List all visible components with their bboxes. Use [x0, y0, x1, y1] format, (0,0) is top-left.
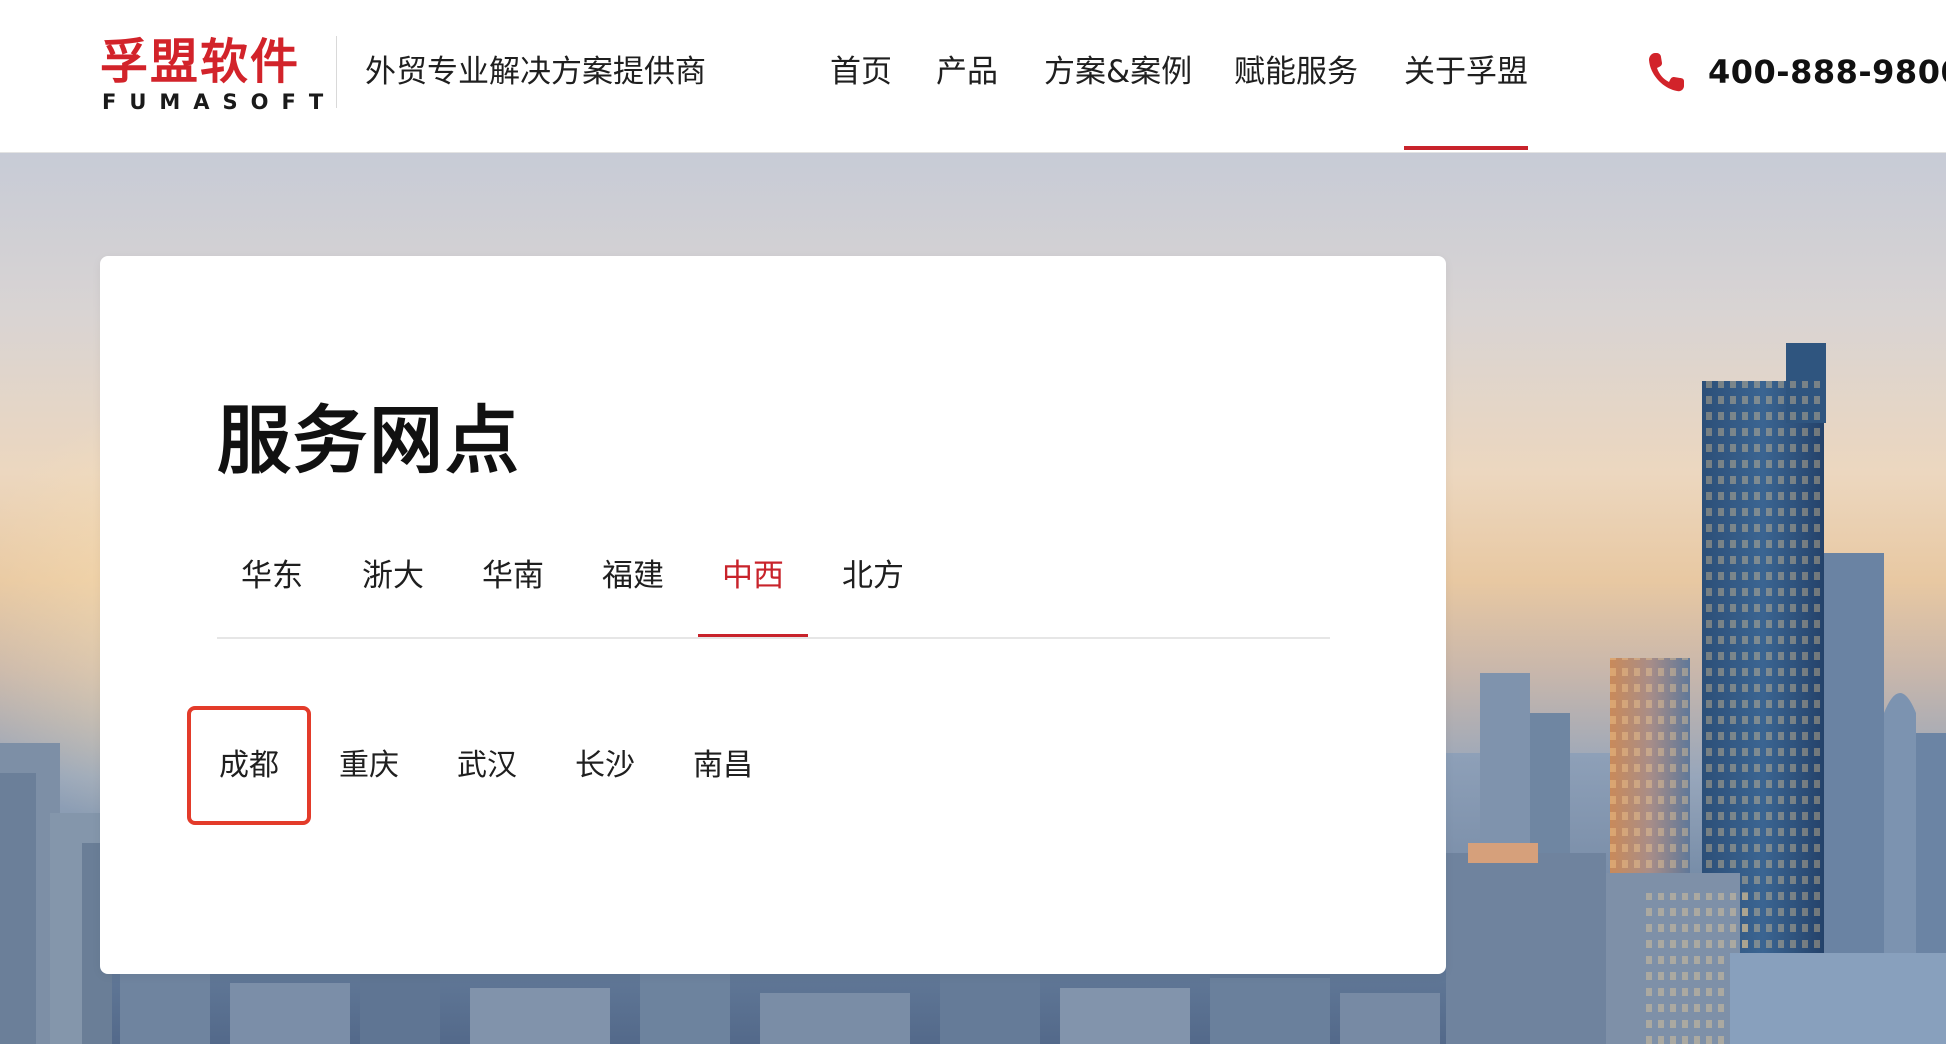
- phone-contact[interactable]: 400-888-9800: [1646, 48, 1946, 96]
- nav-item-products[interactable]: 产品: [936, 52, 998, 92]
- logo[interactable]: 孚盟软件 FUMASOFT: [100, 34, 323, 114]
- phone-icon: [1649, 53, 1684, 92]
- region-tabs: 华东 浙大 华南 福建 中西 北方: [217, 556, 1330, 638]
- tab-city-chengdu[interactable]: 成都: [187, 706, 311, 825]
- tab-city-wuhan[interactable]: 武汉: [425, 706, 549, 825]
- nav-item-about[interactable]: 关于孚盟: [1404, 52, 1528, 150]
- nav-item-home[interactable]: 首页: [830, 52, 892, 92]
- logo-divider: [336, 36, 337, 108]
- region-tabs-divider: [217, 637, 1330, 639]
- slogan: 外贸专业解决方案提供商: [365, 54, 706, 90]
- service-outlets-card: 服务网点 华东 浙大 华南 福建 中西 北方 成都 重庆 武汉 长沙 南昌: [100, 256, 1446, 974]
- city-tabs: 成都 重庆 武汉 长沙 南昌: [187, 706, 807, 826]
- logo-text-en: FUMASOFT: [102, 90, 337, 114]
- tab-region-huadong[interactable]: 华东: [217, 556, 327, 638]
- site-header: 孚盟软件 FUMASOFT 外贸专业解决方案提供商 首页 产品 方案&案例 赋能…: [0, 0, 1946, 153]
- tab-region-huanan[interactable]: 华南: [458, 556, 568, 638]
- phone-number: 400-888-9800: [1708, 53, 1946, 91]
- tab-city-changsha[interactable]: 长沙: [543, 706, 667, 825]
- tab-region-beifang[interactable]: 北方: [818, 556, 928, 638]
- tab-city-chongqing[interactable]: 重庆: [307, 706, 431, 825]
- page-title: 服务网点: [217, 398, 521, 484]
- tab-region-zhongxi[interactable]: 中西: [698, 556, 808, 638]
- logo-text-cn: 孚盟软件: [100, 34, 301, 90]
- nav-item-solutions[interactable]: 方案&案例: [1044, 52, 1192, 92]
- tab-city-nanchang[interactable]: 南昌: [661, 706, 785, 825]
- nav-item-services[interactable]: 赋能服务: [1234, 52, 1358, 92]
- tab-region-fujian[interactable]: 福建: [578, 556, 688, 638]
- tab-region-zheda[interactable]: 浙大: [338, 556, 448, 638]
